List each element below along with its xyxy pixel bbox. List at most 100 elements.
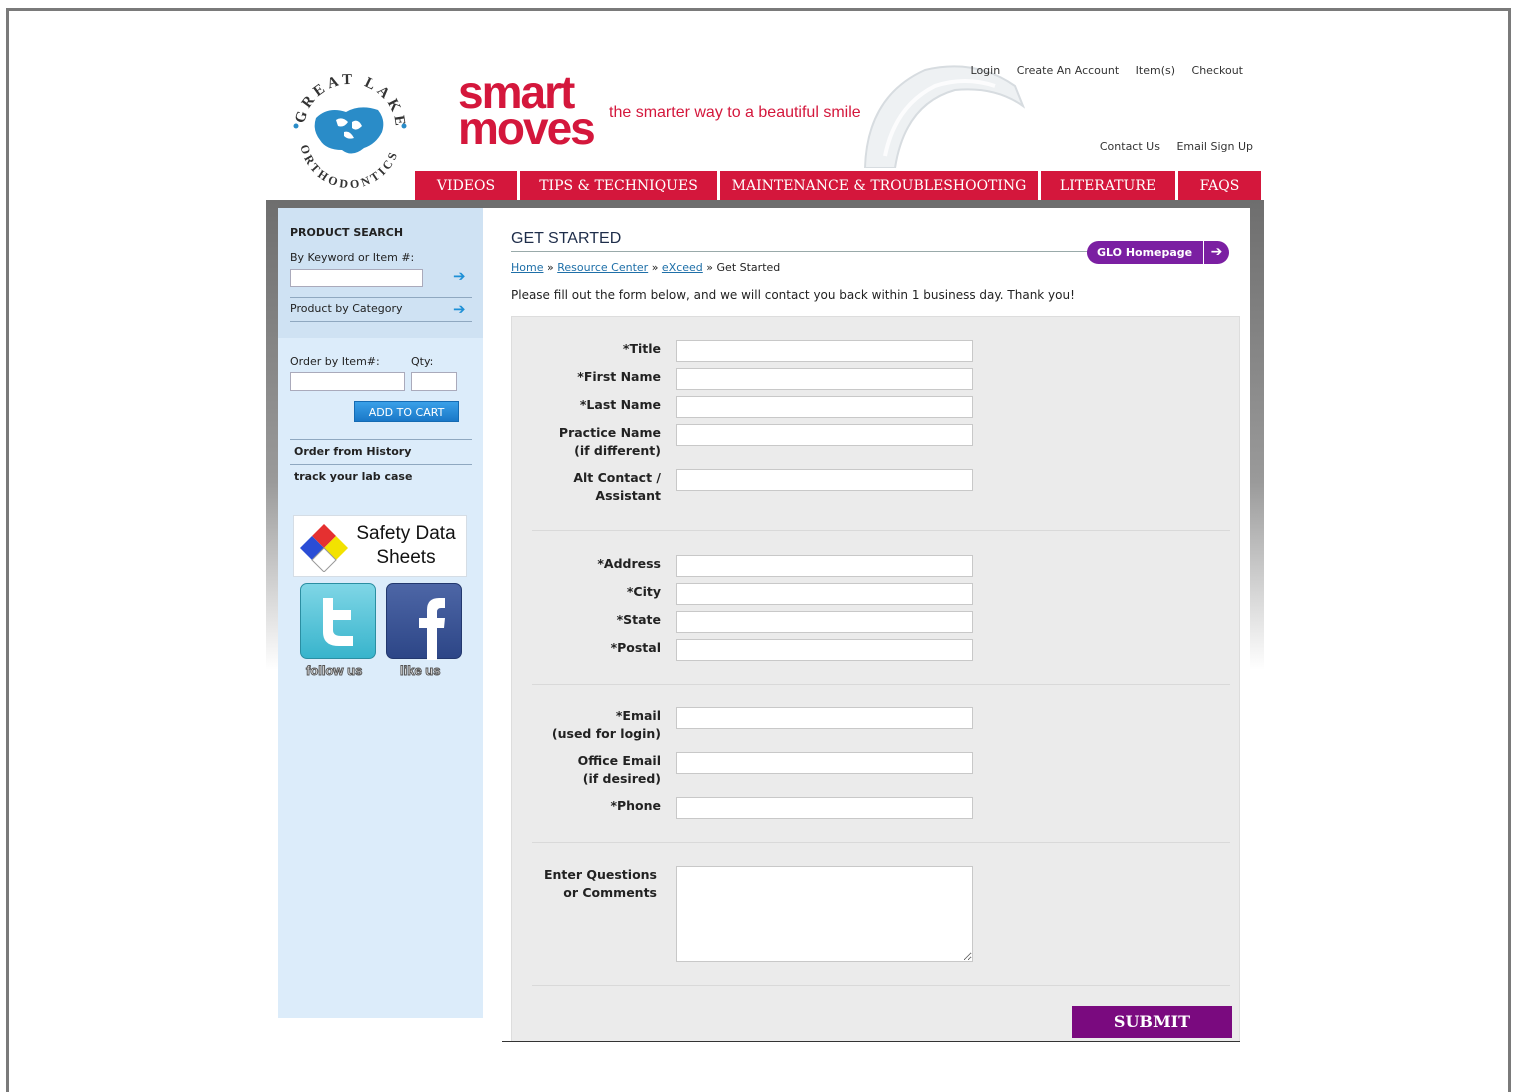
questions-note: or Comments xyxy=(563,885,657,900)
email-note: (used for login) xyxy=(551,726,661,741)
tab-maintenance-troubleshooting[interactable]: MAINTENANCE & TROUBLESHOOTING xyxy=(720,171,1038,201)
phone-label: *Phone xyxy=(610,798,661,813)
main-nav: VIDEOS TIPS & TECHNIQUES MAINTENANCE & T… xyxy=(415,171,1264,201)
category-arrow-icon[interactable]: ➔ xyxy=(453,300,466,318)
order-item-input[interactable] xyxy=(290,372,405,391)
content-bottom-rule xyxy=(502,1041,1240,1042)
secondary-links: Contact Us Email Sign Up xyxy=(1087,140,1253,153)
section-divider xyxy=(532,985,1230,986)
login-link[interactable]: Login xyxy=(971,64,1001,77)
like-us-label[interactable]: like us xyxy=(399,663,440,679)
address-input[interactable] xyxy=(676,555,973,577)
alt-contact-note: Assistant xyxy=(595,488,661,503)
search-go-arrow-icon[interactable]: ➔ xyxy=(453,267,466,285)
left-shadow-band xyxy=(266,200,278,670)
add-to-cart-button[interactable]: ADD TO CART xyxy=(354,401,459,422)
divider xyxy=(290,297,472,298)
questions-text: Enter Questions xyxy=(543,867,657,882)
tab-faqs[interactable]: FAQS xyxy=(1178,171,1261,201)
first-name-input[interactable] xyxy=(676,368,973,390)
phone-input[interactable] xyxy=(676,797,973,819)
first-name-label: *First Name xyxy=(577,369,661,384)
sidebar: PRODUCT SEARCH By Keyword or Item #: ➔ P… xyxy=(278,208,483,1018)
practice-name-label: Practice Name (if different) xyxy=(461,424,661,460)
breadcrumb-home[interactable]: Home xyxy=(511,261,543,274)
main-content: GET STARTED GLO Homepage ➔ Home » Resour… xyxy=(491,208,1250,1042)
keyword-label: By Keyword or Item #: xyxy=(290,251,415,264)
practice-name-input[interactable] xyxy=(676,424,973,446)
contact-us-link[interactable]: Contact Us xyxy=(1100,140,1160,153)
breadcrumb: Home » Resource Center » eXceed » Get St… xyxy=(511,261,780,274)
address-label: *Address xyxy=(597,556,661,571)
facebook-button[interactable] xyxy=(386,583,462,660)
tab-literature[interactable]: LITERATURE xyxy=(1041,171,1175,201)
city-input[interactable] xyxy=(676,583,973,605)
last-name-label: *Last Name xyxy=(579,397,661,412)
alt-contact-label: Alt Contact / Assistant xyxy=(461,469,661,505)
great-lakes-logo[interactable]: GREAT LAKES ORTHODONTICS xyxy=(286,66,414,194)
qty-label: Qty: xyxy=(411,355,434,368)
top-links: Login Create An Account Item(s) Checkout xyxy=(958,64,1243,77)
section-divider xyxy=(532,684,1230,685)
breadcrumb-current: Get Started xyxy=(716,261,781,274)
email-input[interactable] xyxy=(676,707,973,729)
alt-contact-text: Alt Contact / xyxy=(573,470,661,485)
smart-moves-logo[interactable]: smart moves xyxy=(458,69,596,154)
checkout-link[interactable]: Checkout xyxy=(1192,64,1243,77)
breadcrumb-sep: » xyxy=(651,261,659,274)
content-top-band xyxy=(266,200,1264,208)
title-divider xyxy=(511,251,1093,252)
email-label: *Email (used for login) xyxy=(461,707,661,743)
questions-textarea[interactable] xyxy=(676,866,973,962)
intro-text: Please fill out the form below, and we w… xyxy=(511,288,1075,302)
alt-contact-input[interactable] xyxy=(676,469,973,491)
section-divider xyxy=(532,530,1230,531)
tagline: the smarter way to a beautiful smile xyxy=(609,104,861,121)
breadcrumb-resource-center[interactable]: Resource Center xyxy=(557,261,648,274)
postal-label: *Postal xyxy=(610,640,661,655)
office-email-label: Office Email (if desired) xyxy=(461,752,661,788)
tab-videos[interactable]: VIDEOS xyxy=(415,171,517,201)
divider xyxy=(290,321,472,322)
contact-form: *Title *First Name *Last Name Practice N… xyxy=(511,316,1240,1042)
cart-items-link[interactable]: Item(s) xyxy=(1136,64,1175,77)
product-search-title: PRODUCT SEARCH xyxy=(290,226,404,239)
breadcrumb-exceed[interactable]: eXceed xyxy=(662,261,703,274)
title-label: *Title xyxy=(622,341,661,356)
office-email-text: Office Email xyxy=(577,753,661,768)
glo-homepage-label: GLO Homepage xyxy=(1097,246,1193,259)
practice-name-note: (if different) xyxy=(574,443,661,458)
tab-tips-techniques[interactable]: TIPS & TECHNIQUES xyxy=(520,171,717,201)
create-account-link[interactable]: Create An Account xyxy=(1017,64,1119,77)
track-lab-case-link[interactable]: track your lab case xyxy=(294,470,412,483)
glo-homepage-button[interactable]: GLO Homepage ➔ xyxy=(1087,241,1229,264)
postal-input[interactable] xyxy=(676,639,973,661)
safety-data-sheets-link[interactable]: Safety Data Sheets xyxy=(293,515,467,577)
page-title: GET STARTED xyxy=(511,230,622,247)
office-email-input[interactable] xyxy=(676,752,973,774)
title-input[interactable] xyxy=(676,340,973,362)
submit-button[interactable]: SUBMIT xyxy=(1072,1006,1232,1038)
state-label: *State xyxy=(616,612,661,627)
product-by-category-link[interactable]: Product by Category xyxy=(290,302,403,315)
brand-line2: moves xyxy=(458,102,596,154)
keyword-search-input[interactable] xyxy=(290,269,423,287)
hazard-diamond-icon xyxy=(300,524,348,572)
twitter-icon xyxy=(323,598,353,646)
follow-us-label[interactable]: follow us xyxy=(305,663,362,679)
office-email-note: (if desired) xyxy=(582,771,661,786)
qty-input[interactable] xyxy=(411,372,457,391)
order-from-history-link[interactable]: Order from History xyxy=(294,445,411,458)
state-input[interactable] xyxy=(676,611,973,633)
section-divider xyxy=(532,842,1230,843)
twitter-button[interactable] xyxy=(300,583,376,659)
practice-name-text: Practice Name xyxy=(558,425,661,440)
email-signup-link[interactable]: Email Sign Up xyxy=(1176,140,1253,153)
email-text: *Email xyxy=(615,708,661,723)
questions-label: Enter Questions or Comments xyxy=(457,866,657,902)
safety-data-sheets-label: Safety Data Sheets xyxy=(356,523,456,568)
city-label: *City xyxy=(626,584,661,599)
last-name-input[interactable] xyxy=(676,396,973,418)
divider xyxy=(290,464,472,465)
divider xyxy=(290,439,472,440)
